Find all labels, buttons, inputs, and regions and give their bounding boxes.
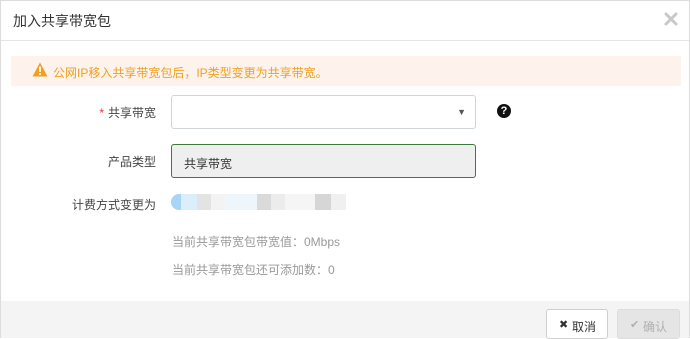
- cancel-button-label: 取消: [572, 320, 597, 334]
- blur-segment: [257, 194, 271, 210]
- check-icon: ✔: [630, 319, 640, 331]
- blur-segment: [331, 194, 346, 210]
- addable-count-info: 当前共享带宽包还可添加数：0: [172, 263, 335, 277]
- current-bandwidth-info: 当前共享带宽包带宽值：0Mbps: [172, 235, 341, 249]
- close-icon: ✖: [559, 319, 569, 331]
- shared-bandwidth-select[interactable]: ▼: [171, 95, 476, 129]
- confirm-button-label: 确认: [643, 320, 668, 334]
- product-type-field: 共享带宽: [171, 144, 476, 178]
- blur-segment: [181, 194, 197, 210]
- shared-bandwidth-label: * 共享带宽: [1, 104, 156, 121]
- blur-segment: [211, 194, 225, 210]
- dialog-header: 加入共享带宽包: [1, 1, 689, 41]
- product-type-value: 共享带宽: [184, 157, 233, 171]
- warning-triangle-icon: [32, 62, 48, 77]
- caret-down-icon: ▼: [457, 107, 466, 117]
- required-mark: *: [99, 106, 104, 120]
- billing-radio[interactable]: [171, 194, 181, 210]
- dialog-title: 加入共享带宽包: [13, 13, 111, 29]
- confirm-button[interactable]: ✔ 确认: [617, 309, 680, 339]
- add-shared-bandwidth-dialog: 加入共享带宽包 公网IP移入共享带宽包后，IP类型变更为共享带宽。 * 共享带宽 …: [0, 0, 690, 339]
- blur-segment: [271, 194, 285, 210]
- close-icon[interactable]: [663, 11, 679, 27]
- billing-method-label: 计费方式变更为: [71, 198, 156, 212]
- blur-segment: [315, 194, 331, 210]
- question-circle-icon[interactable]: ?: [497, 104, 511, 118]
- blur-segment: [225, 194, 257, 210]
- warning-banner: 公网IP移入共享带宽包后，IP类型变更为共享带宽。: [11, 56, 681, 86]
- blur-segment: [197, 194, 211, 210]
- cancel-button[interactable]: ✖ 取消: [546, 309, 608, 339]
- shared-bandwidth-label-text: 共享带宽: [107, 106, 156, 120]
- warning-text: 公网IP移入共享带宽包后，IP类型变更为共享带宽。: [53, 66, 328, 80]
- blur-segment: [285, 194, 315, 210]
- product-type-label: 产品类型: [107, 155, 156, 169]
